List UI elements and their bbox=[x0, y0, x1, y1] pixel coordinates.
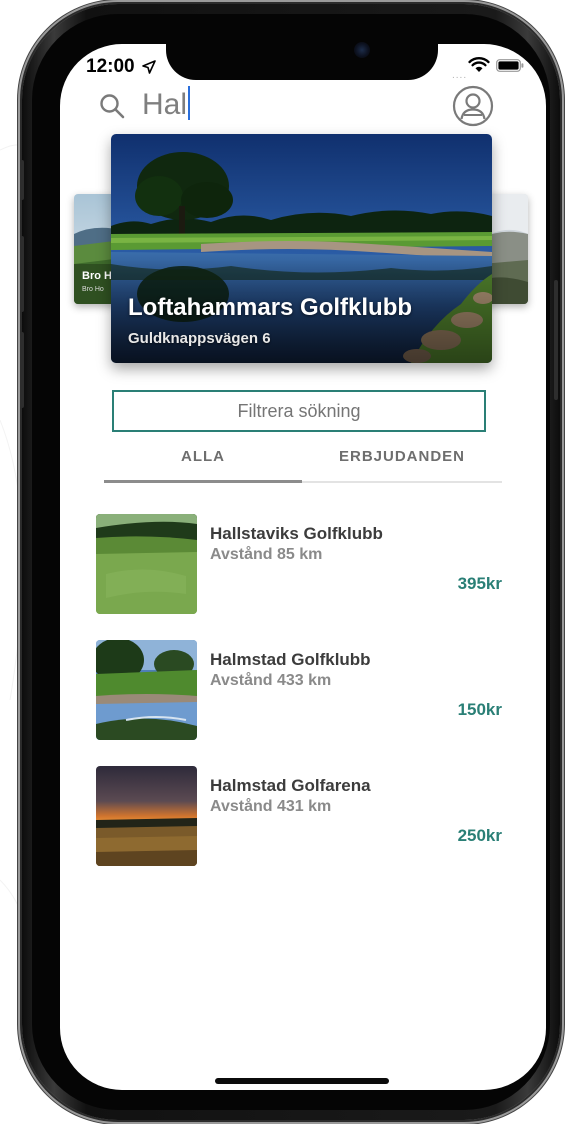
notch bbox=[166, 36, 438, 80]
course-price: 250kr bbox=[457, 826, 502, 845]
list-item[interactable]: Halmstad Golfklubb Avstånd 433 km 150kr bbox=[96, 640, 506, 740]
battery-icon bbox=[496, 59, 524, 72]
course-distance: Avstånd 431 km bbox=[210, 798, 332, 815]
course-thumbnail bbox=[96, 766, 197, 866]
carousel-card-previous-address: Bro Ho bbox=[82, 286, 104, 293]
location-arrow-icon bbox=[142, 60, 156, 74]
volume-down-button bbox=[20, 332, 24, 408]
course-distance: Avstånd 85 km bbox=[210, 546, 323, 563]
list-item[interactable]: Halmstad Golfarena Avstånd 431 km 250kr bbox=[96, 766, 506, 866]
featured-course-name: Loftahammars Golfklubb bbox=[128, 294, 413, 321]
tab-offers[interactable]: ERBJUDANDEN bbox=[302, 448, 502, 465]
course-distance: Avstånd 433 km bbox=[210, 672, 332, 689]
search-input-value: Hal bbox=[142, 88, 188, 121]
tab-active-indicator bbox=[104, 480, 302, 483]
search-input[interactable]: Hal bbox=[142, 85, 402, 125]
carousel-card-previous-title: Bro H bbox=[82, 270, 112, 282]
wifi-icon bbox=[468, 57, 490, 72]
power-button bbox=[554, 280, 558, 400]
home-indicator[interactable] bbox=[215, 1078, 389, 1084]
course-name: Hallstaviks Golfklubb bbox=[210, 524, 383, 543]
status-time: 12:00 bbox=[86, 56, 135, 77]
mute-switch bbox=[20, 160, 24, 200]
profile-icon[interactable] bbox=[452, 85, 494, 127]
search-icon[interactable] bbox=[98, 92, 126, 120]
featured-course-image bbox=[111, 134, 492, 363]
front-camera bbox=[354, 42, 370, 58]
course-name: Halmstad Golfarena bbox=[210, 776, 371, 795]
text-caret bbox=[188, 86, 191, 120]
course-thumbnail bbox=[96, 640, 197, 740]
volume-up-button bbox=[20, 236, 24, 312]
tab-all[interactable]: ALLA bbox=[104, 448, 302, 465]
featured-course-address: Guldknappsvägen 6 bbox=[128, 330, 271, 347]
course-name: Halmstad Golfklubb bbox=[210, 650, 371, 669]
course-thumbnail bbox=[96, 514, 197, 614]
signal-dots: .... bbox=[452, 70, 468, 81]
carousel-card-featured[interactable]: Loftahammars Golfklubb Guldknappsvägen 6 bbox=[111, 134, 492, 363]
list-item[interactable]: Hallstaviks Golfklubb Avstånd 85 km 395k… bbox=[96, 514, 506, 614]
course-price: 150kr bbox=[457, 700, 502, 719]
course-price: 395kr bbox=[457, 574, 502, 593]
filter-search-input[interactable] bbox=[112, 390, 486, 432]
